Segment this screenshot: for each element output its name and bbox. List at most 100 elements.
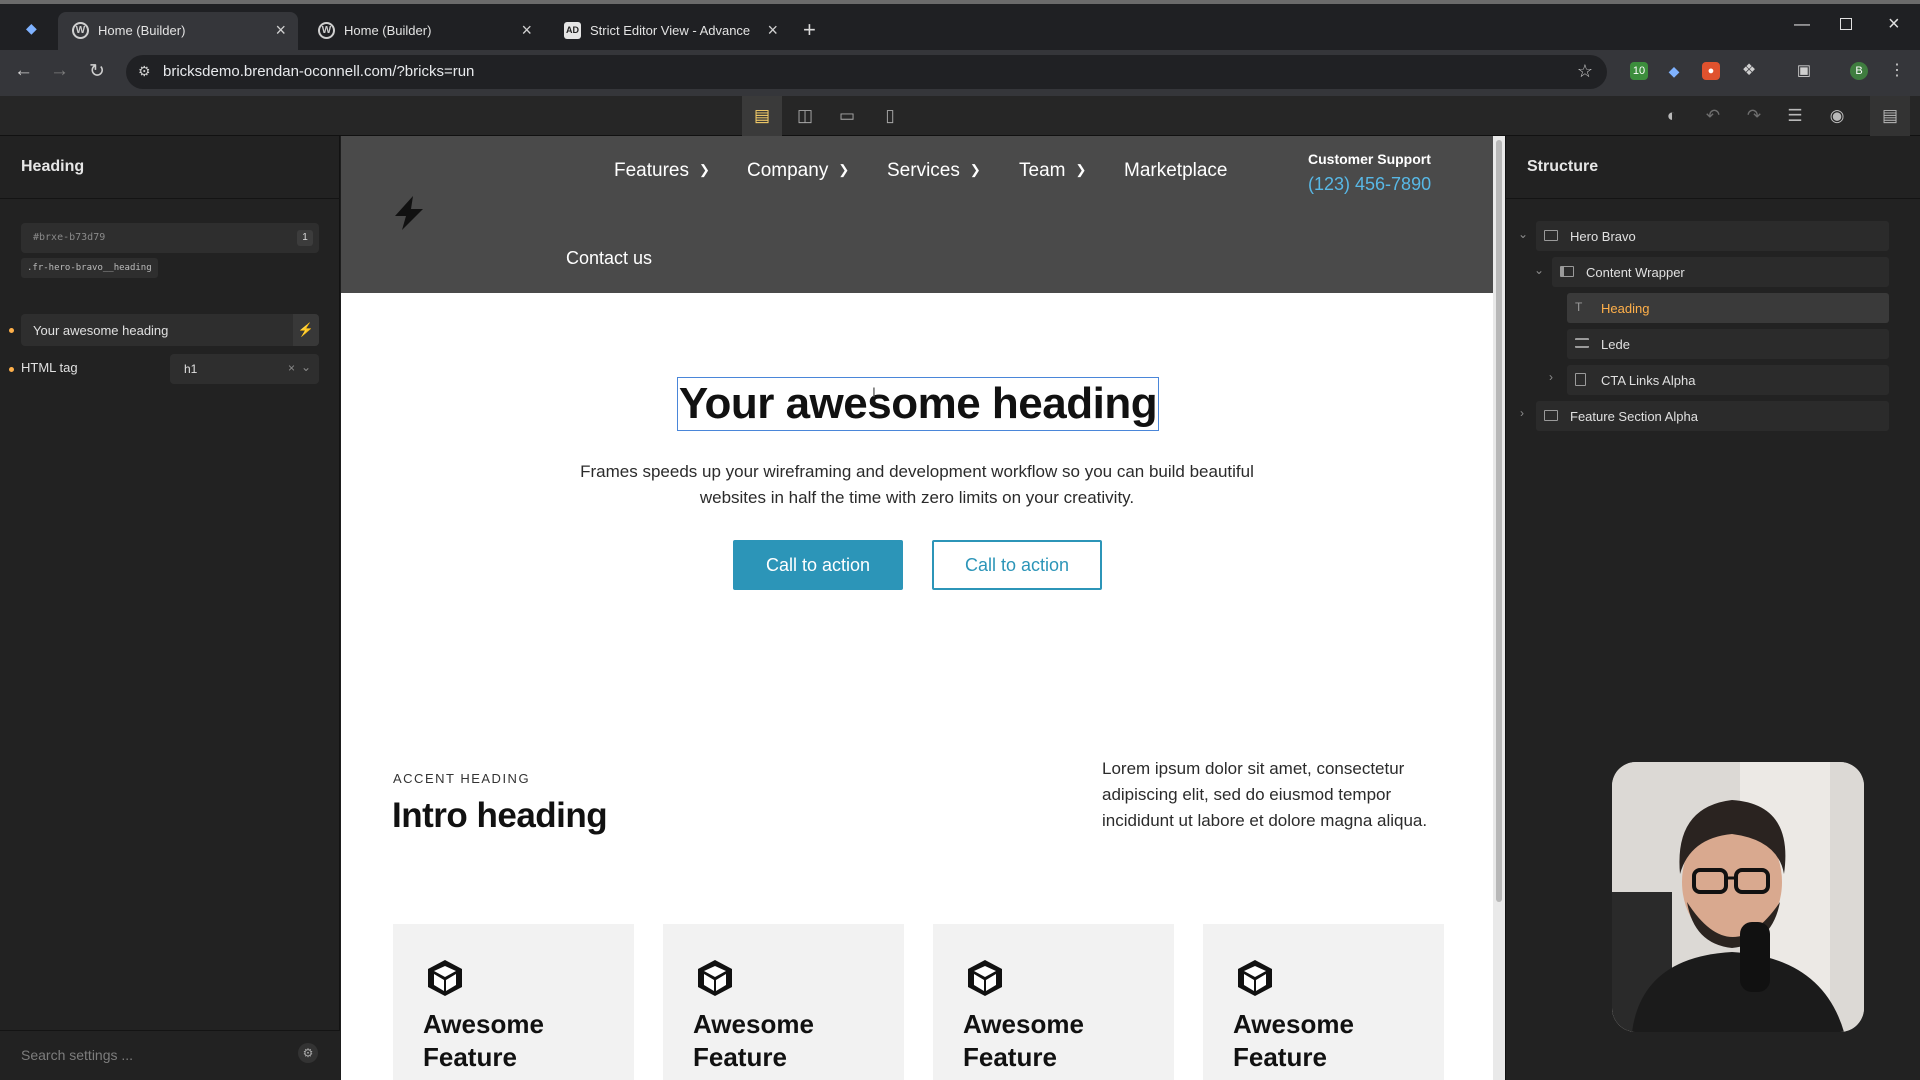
chevron-down-icon[interactable]: ⌄ [1518,227,1528,241]
feature-card-title: Awesome Feature [423,1009,544,1072]
webcam-overlay [1612,762,1864,1032]
tab-title: Home (Builder) [344,23,432,38]
panel-title: Heading [21,158,85,175]
minimize-icon[interactable]: — [1794,16,1810,34]
site-header: Features ❯ Company ❯ Services ❯ Team ❯ Marke… [341,136,1493,293]
html-tag-select[interactable]: h1 × ⌄ [170,354,319,384]
back-icon[interactable]: ← [14,60,33,82]
nav-label: Features [614,160,689,181]
chevron-right-icon[interactable]: › [1549,370,1553,384]
extension-badge-icon[interactable]: 10 [1630,62,1648,80]
hero-heading[interactable]: Your awesome heading [677,377,1159,431]
close-window-icon[interactable]: × [1888,13,1900,36]
structure-item-feature-section[interactable]: Feature Section Alpha [1536,401,1889,431]
tablet-landscape-icon[interactable]: ▭ [827,96,867,136]
dynamic-data-icon[interactable]: ⚡ [293,314,319,346]
site-settings-icon[interactable]: ⚙ [138,63,151,80]
forward-icon[interactable]: → [50,60,69,82]
close-tab-icon[interactable]: × [767,20,778,41]
pin-logo-icon[interactable]: ◆ [26,20,42,36]
structure-item-label: Hero Bravo [1570,229,1636,244]
css-id-field[interactable]: #brxe-b73d79 1 [21,223,319,253]
nav-item-services[interactable]: Services ❯ [887,160,981,182]
nav-item-contact[interactable]: Contact us [566,248,652,269]
structure-item-heading[interactable]: T Heading [1567,293,1889,323]
close-tab-icon[interactable]: × [521,20,532,41]
intro-heading[interactable]: Intro heading [392,796,608,836]
theme-toggle-icon[interactable]: ◐ [1652,96,1692,136]
support-label: Customer Support [1308,151,1431,167]
mobile-breakpoint-icon[interactable]: ▯ [870,96,910,136]
extensions-puzzle-icon[interactable]: ❖ [1740,62,1758,80]
browser-menu-icon[interactable]: ⋮ [1888,62,1906,80]
browser-tab-1[interactable]: W Home (Builder) × [58,12,298,50]
feature-card[interactable]: Awesome Feature [663,924,904,1080]
chevron-down-icon[interactable]: ⌄ [301,360,311,374]
new-tab-button[interactable]: + [803,17,816,43]
feature-card[interactable]: Awesome Feature [933,924,1174,1080]
chevron-down-icon[interactable]: ⌄ [1534,263,1544,277]
cta-secondary-button[interactable]: Call to action [932,540,1102,590]
gear-icon[interactable]: ⚙ [298,1043,318,1063]
nav-item-company[interactable]: Company ❯ [747,160,849,182]
undo-icon[interactable]: ↶ [1693,96,1733,136]
structure-item-hero-bravo[interactable]: Hero Bravo [1536,221,1889,251]
chevron-right-icon[interactable]: › [1520,406,1524,420]
structure-item-lede[interactable]: Lede [1567,329,1889,359]
accent-heading[interactable]: ACCENT HEADING [393,771,530,786]
canvas-scrollbar[interactable] [1493,136,1505,1080]
cube-icon [1238,960,1272,996]
address-bar[interactable]: ⚙ bricksdemo.brendan-oconnell.com/?brick… [126,55,1607,89]
search-settings-input[interactable]: Search settings ... [21,1047,133,1063]
feature-card[interactable]: Awesome Feature [1203,924,1444,1080]
feature-card-title: Awesome Feature [1233,1009,1354,1072]
nav-item-team[interactable]: Team ❯ [1019,160,1086,182]
redo-icon[interactable]: ↷ [1734,96,1774,136]
scrollbar-thumb[interactable] [1496,140,1502,902]
structure-item-cta-links[interactable]: CTA Links Alpha [1567,365,1889,395]
element-id: #brxe-b73d79 [33,232,106,243]
chevron-down-icon: ❯ [838,162,850,177]
record-extension-icon[interactable]: ● [1702,62,1720,80]
builder-canvas: Features ❯ Company ❯ Services ❯ Team ❯ Marke… [341,136,1493,1080]
paragraph-icon [1575,338,1589,348]
section-icon [1544,410,1558,421]
hero-lede[interactable]: Frames speeds up your wireframing and de… [517,459,1317,511]
feature-card-title: Awesome Feature [693,1009,814,1072]
reload-icon[interactable]: ↻ [89,60,105,83]
maximize-icon[interactable] [1840,18,1852,30]
css-class-tag[interactable]: .fr-hero-bravo__heading [21,258,158,278]
html-tag-label: HTML tag [21,360,78,375]
cta-primary-button[interactable]: Call to action [733,540,903,590]
intro-text[interactable]: Lorem ipsum dolor sit amet, consectetur … [1102,756,1442,834]
pin-extension-icon[interactable]: ◆ [1665,62,1683,80]
nav-item-features[interactable]: Features ❯ [614,160,710,182]
structure-item-content-wrapper[interactable]: Content Wrapper [1552,257,1889,287]
class-count-badge[interactable]: 1 [297,230,313,246]
layers-icon[interactable]: ☰ [1775,96,1815,136]
element-settings-panel: Heading #brxe-b73d79 1 .fr-hero-bravo__h… [0,136,340,1080]
desktop-breakpoint-icon[interactable]: ▤ [742,96,782,136]
cube-icon [428,960,462,996]
text-cursor-icon: I [872,384,876,400]
bookmark-star-icon[interactable]: ☆ [1577,61,1593,82]
cast-icon[interactable]: ▣ [1795,62,1813,80]
nav-item-marketplace[interactable]: Marketplace [1124,160,1228,182]
preview-eye-icon[interactable]: ◉ [1817,96,1857,136]
url-text[interactable]: bricksdemo.brendan-oconnell.com/?bricks=… [163,63,474,80]
heading-text-value[interactable]: Your awesome heading [33,323,168,338]
laptop-breakpoint-icon[interactable]: ◫ [785,96,825,136]
support-phone-link[interactable]: (123) 456-7890 [1308,174,1431,195]
structure-panel-icon[interactable]: ▤ [1870,96,1910,136]
feature-card[interactable]: Awesome Feature [393,924,634,1080]
clear-icon[interactable]: × [288,361,295,375]
wordpress-icon: W [72,22,89,39]
close-tab-icon[interactable]: × [275,20,286,41]
chevron-down-icon: ❯ [969,162,981,177]
html-tag-value: h1 [184,362,198,376]
heading-text-input[interactable]: Your awesome heading ⚡ [21,314,319,346]
browser-tab-2[interactable]: W Home (Builder) × [304,12,544,50]
profile-avatar[interactable]: B [1850,62,1868,80]
bolt-logo-icon[interactable] [391,194,427,232]
browser-tab-3[interactable]: AD Strict Editor View - Advanced T × [550,12,790,50]
